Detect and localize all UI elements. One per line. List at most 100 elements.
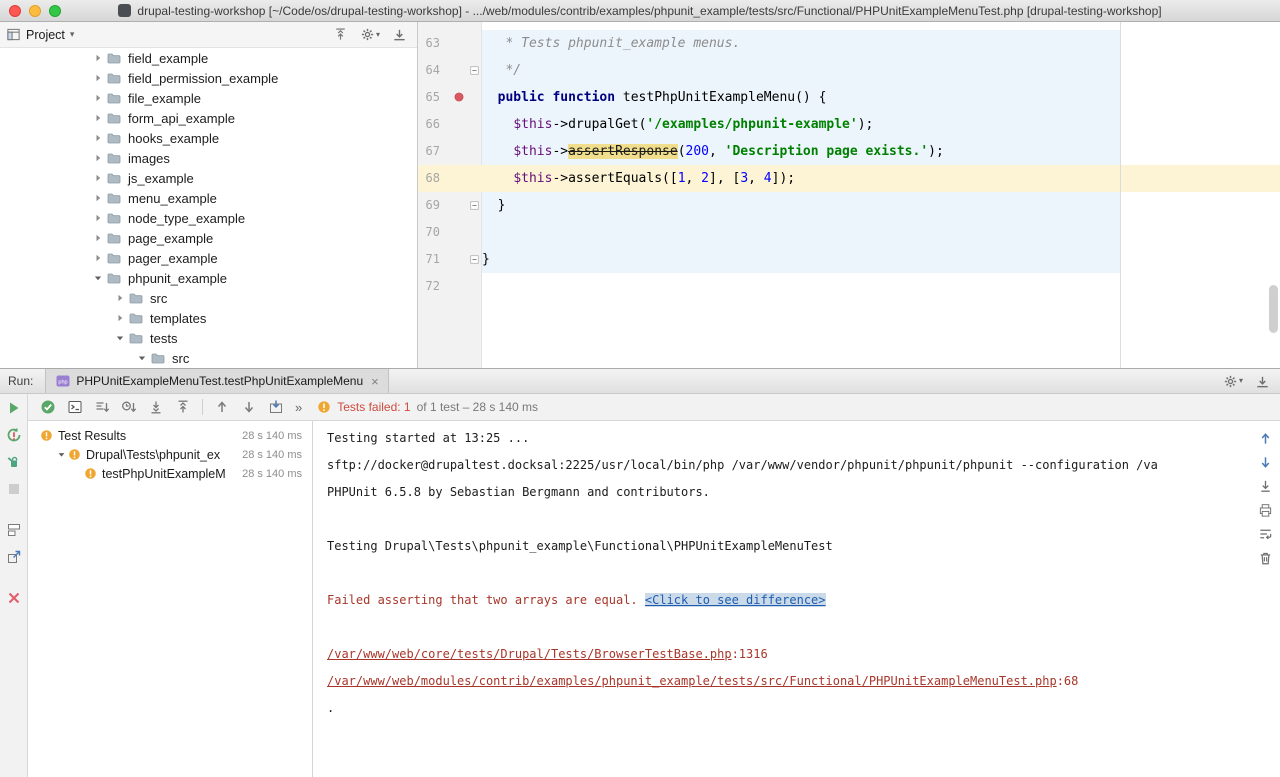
project-settings-button[interactable]: ▾ xyxy=(360,27,380,42)
chevron-right-icon[interactable] xyxy=(90,252,106,264)
code-line[interactable]: * Tests phpunit_example menus. xyxy=(482,30,1266,57)
project-tree-item[interactable]: field_permission_example xyxy=(0,68,417,88)
chevron-right-icon[interactable] xyxy=(112,312,128,324)
gutter-line[interactable]: 72 xyxy=(418,273,482,300)
code-line[interactable]: public function testPhpUnitExampleMenu()… xyxy=(482,84,1266,111)
run-settings-button[interactable]: ▾ xyxy=(1223,374,1243,389)
project-tree-item[interactable]: templates xyxy=(0,308,417,328)
chevron-right-icon[interactable] xyxy=(90,112,106,124)
chevron-down-icon[interactable] xyxy=(54,449,68,460)
project-tree-item[interactable]: src xyxy=(0,348,417,368)
project-tree-item[interactable]: pager_example xyxy=(0,248,417,268)
project-tree-item[interactable]: menu_example xyxy=(0,188,417,208)
project-tree-item[interactable]: form_api_example xyxy=(0,108,417,128)
clear-console-button[interactable] xyxy=(1258,551,1273,566)
chevron-down-icon[interactable] xyxy=(90,272,106,284)
gutter-line[interactable]: 71 xyxy=(418,246,482,273)
project-tree-item[interactable]: hooks_example xyxy=(0,128,417,148)
chevron-right-icon[interactable] xyxy=(90,232,106,244)
down-stack-trace-button[interactable] xyxy=(1258,455,1273,470)
gutter-line[interactable]: 66 xyxy=(418,111,482,138)
run-tab[interactable]: php PHPUnitExampleMenuTest.testPhpUnitEx… xyxy=(45,369,388,393)
gutter-line[interactable]: 69 xyxy=(418,192,482,219)
code-line[interactable]: $this->assertResponse(200, 'Description … xyxy=(482,138,1266,165)
sort-alphabetically-button[interactable] xyxy=(94,399,110,415)
sort-by-duration-button[interactable] xyxy=(121,399,137,415)
test-tree-row[interactable]: Test Results28 s 140 ms xyxy=(28,426,312,445)
file-link[interactable]: /var/www/web/modules/contrib/examples/ph… xyxy=(327,674,1057,688)
gutter-line[interactable]: 63 xyxy=(418,30,482,57)
toggle-auto-test-button[interactable] xyxy=(6,454,22,470)
code-line[interactable]: $this->drupalGet('/examples/phpunit-exam… xyxy=(482,111,1266,138)
stop-button[interactable] xyxy=(6,481,22,497)
editor-code-area[interactable]: * Tests phpunit_example menus. */ public… xyxy=(482,30,1266,300)
test-tree-row[interactable]: Drupal\Tests\phpunit_ex28 s 140 ms xyxy=(28,445,312,464)
print-button[interactable] xyxy=(1258,503,1273,518)
code-line[interactable] xyxy=(482,219,1266,246)
hide-run-panel-button[interactable] xyxy=(1255,374,1270,389)
chevron-down-icon[interactable] xyxy=(112,332,128,344)
gutter-line[interactable]: 65 xyxy=(418,84,482,111)
code-line[interactable]: */ xyxy=(482,57,1266,84)
show-passed-button[interactable] xyxy=(40,399,56,415)
chevron-right-icon[interactable] xyxy=(90,212,106,224)
gutter-line[interactable]: 67 xyxy=(418,138,482,165)
import-test-results-button[interactable] xyxy=(268,399,284,415)
chevron-right-icon[interactable] xyxy=(90,172,106,184)
code-line[interactable]: } xyxy=(482,246,1266,273)
chevron-right-icon[interactable] xyxy=(90,72,106,84)
chevron-right-icon[interactable] xyxy=(90,192,106,204)
export-results-button[interactable] xyxy=(6,549,22,565)
collapse-all-button[interactable] xyxy=(175,399,191,415)
scroll-to-end-button[interactable] xyxy=(1258,479,1273,494)
editor-gutter[interactable]: 63646566676869707172 xyxy=(418,30,482,300)
chevron-down-icon[interactable] xyxy=(134,352,150,364)
collapse-all-button[interactable] xyxy=(333,27,348,42)
minimize-window-button[interactable] xyxy=(29,5,41,17)
project-panel-title[interactable]: Project xyxy=(26,28,65,42)
expand-all-button[interactable] xyxy=(148,399,164,415)
up-stack-trace-button[interactable] xyxy=(1258,431,1273,446)
project-tree-item[interactable]: js_example xyxy=(0,168,417,188)
code-line[interactable]: } xyxy=(482,192,1266,219)
restore-layout-button[interactable] xyxy=(6,522,22,538)
project-tree-item[interactable]: tests xyxy=(0,328,417,348)
chevron-right-icon[interactable] xyxy=(90,92,106,104)
chevron-right-icon[interactable] xyxy=(112,292,128,304)
test-tree-row[interactable]: testPhpUnitExampleM28 s 140 ms xyxy=(28,464,312,483)
test-failed-gutter-icon[interactable] xyxy=(453,91,465,103)
zoom-window-button[interactable] xyxy=(49,5,61,17)
chevron-right-icon[interactable] xyxy=(90,152,106,164)
project-tree-item[interactable]: node_type_example xyxy=(0,208,417,228)
close-window-button[interactable] xyxy=(9,5,21,17)
chevron-right-icon[interactable] xyxy=(90,52,106,64)
rerun-tests-button[interactable] xyxy=(6,400,22,416)
previous-failed-test-button[interactable] xyxy=(214,399,230,415)
file-link[interactable]: /var/www/web/core/tests/Drupal/Tests/Bro… xyxy=(327,647,732,661)
soft-wrap-button[interactable] xyxy=(1258,527,1273,542)
project-tree-item[interactable]: file_example xyxy=(0,88,417,108)
code-line[interactable]: $this->assertEquals([1, 2], [3, 4]); xyxy=(482,165,1266,192)
next-failed-test-button[interactable] xyxy=(241,399,257,415)
editor-pane[interactable]: 63646566676869707172 * Tests phpunit_exa… xyxy=(417,22,1280,368)
fold-marker-icon[interactable] xyxy=(469,254,480,265)
gutter-line[interactable]: 68 xyxy=(418,165,482,192)
hide-project-panel-button[interactable] xyxy=(392,27,407,42)
close-run-panel-button[interactable] xyxy=(6,590,22,606)
project-tree-item[interactable]: page_example xyxy=(0,228,417,248)
close-tab-icon[interactable]: × xyxy=(371,374,379,389)
code-line[interactable] xyxy=(482,273,1266,300)
project-tree-item[interactable]: field_example xyxy=(0,48,417,68)
fold-marker-icon[interactable] xyxy=(469,200,480,211)
editor-scrollbar-thumb[interactable] xyxy=(1269,285,1278,333)
project-tree-item[interactable]: images xyxy=(0,148,417,168)
project-tree-item[interactable]: phpunit_example xyxy=(0,268,417,288)
chevron-right-icon[interactable] xyxy=(90,132,106,144)
fold-marker-icon[interactable] xyxy=(469,65,480,76)
chevron-down-icon[interactable]: ▾ xyxy=(70,29,75,40)
gutter-line[interactable]: 64 xyxy=(418,57,482,84)
gutter-line[interactable]: 70 xyxy=(418,219,482,246)
diff-link[interactable]: <Click to see difference> xyxy=(645,593,826,607)
show-console-output-button[interactable] xyxy=(67,399,83,415)
project-tree-item[interactable]: src xyxy=(0,288,417,308)
